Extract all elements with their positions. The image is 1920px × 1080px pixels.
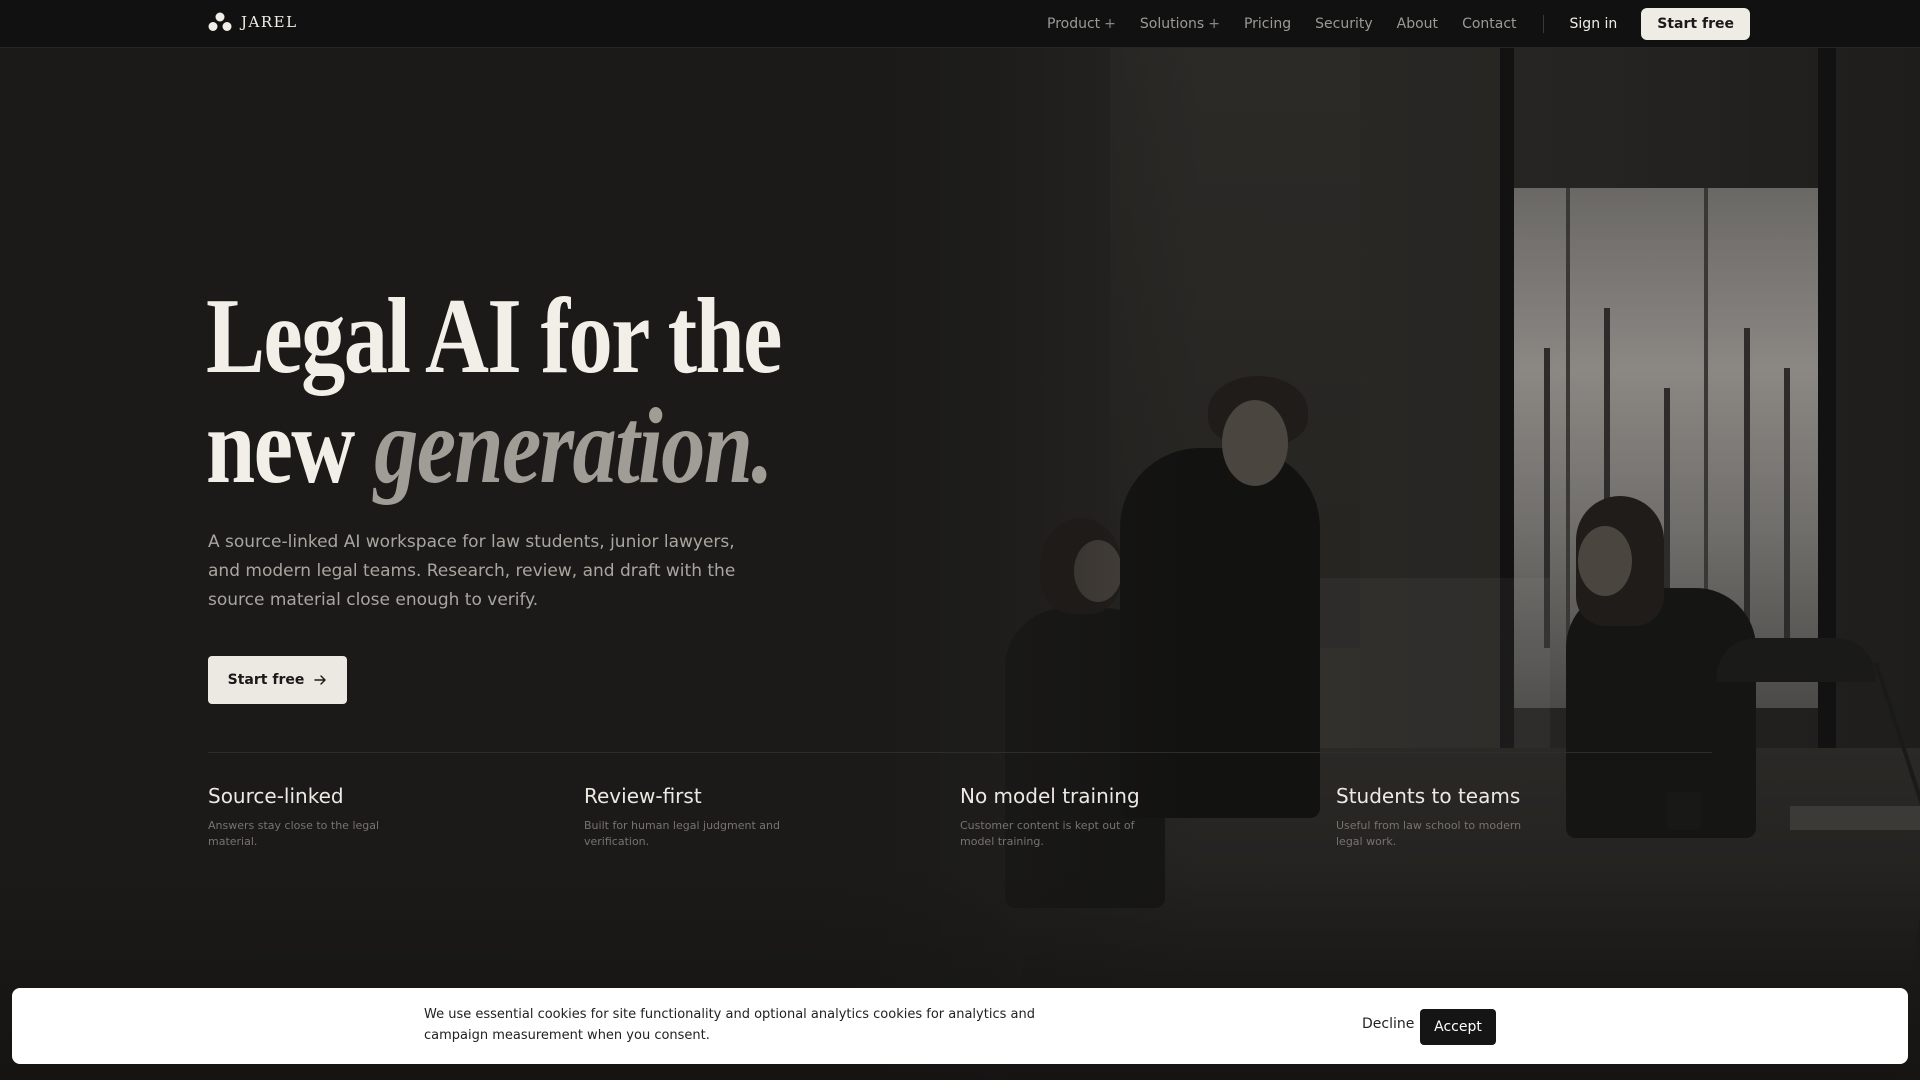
nav-item-label: Product xyxy=(1047,16,1101,32)
brand-name: JAREL xyxy=(241,13,298,31)
headline-line-1: Legal AI for the xyxy=(206,277,782,396)
arrow-right-icon xyxy=(314,675,327,685)
hero-headline: Legal AI for the new generation. xyxy=(206,282,862,502)
headline-line-2-accent: generation. xyxy=(374,387,773,506)
feature-title: Source-linked xyxy=(208,784,344,808)
nav-item-contact[interactable]: Contact xyxy=(1462,16,1516,32)
feature-students-to-teams: Students to teams Useful from law school… xyxy=(1336,784,1536,850)
cookie-message: We use essential cookies for site functi… xyxy=(424,1007,1035,1043)
nav-item-security[interactable]: Security xyxy=(1315,16,1373,32)
feature-description: Customer content is kept out of model tr… xyxy=(960,819,1135,848)
accept-cookies-button[interactable]: Accept xyxy=(1420,1009,1496,1045)
features-divider xyxy=(208,752,1712,753)
sign-in-link[interactable]: Sign in xyxy=(1570,16,1618,32)
decline-cookies-button[interactable]: Decline xyxy=(1362,1016,1414,1032)
feature-description: Useful from law school to modern legal w… xyxy=(1336,819,1522,848)
feature-title: No model training xyxy=(960,784,1140,808)
nav-item-label: Solutions xyxy=(1139,16,1205,32)
nav-item-pricing[interactable]: Pricing xyxy=(1244,16,1291,32)
start-free-hero-button[interactable]: Start free xyxy=(208,656,347,704)
cta-label: Start free xyxy=(227,672,305,688)
plus-icon: + xyxy=(1208,16,1220,32)
nav-item-product[interactable]: Product + xyxy=(1047,16,1116,32)
feature-no-model-training: No model training Customer content is ke… xyxy=(960,784,1160,850)
feature-review-first: Review-first Built for human legal judgm… xyxy=(584,784,784,850)
feature-title: Review-first xyxy=(584,784,702,808)
feature-source-linked: Source-linked Answers stay close to the … xyxy=(208,784,408,850)
feature-description: Built for human legal judgment and verif… xyxy=(584,819,780,848)
start-free-header-button[interactable]: Start free xyxy=(1641,8,1750,40)
headline-line-2-plain: new xyxy=(206,387,375,506)
plus-icon: + xyxy=(1104,16,1116,32)
hero-lead-paragraph: A source-linked AI workspace for law stu… xyxy=(208,532,736,610)
nav-item-solutions[interactable]: Solutions + xyxy=(1140,16,1220,32)
nav-divider xyxy=(1542,15,1544,33)
main-nav: Product + Solutions + Pricing Security Abo… xyxy=(1047,0,1750,48)
feature-title: Students to teams xyxy=(1336,784,1521,808)
feature-description: Answers stay close to the legal material… xyxy=(208,819,380,848)
nav-item-about[interactable]: About xyxy=(1397,16,1438,32)
brand-logo-link[interactable]: JAREL xyxy=(208,12,298,32)
cookie-consent-banner: We use essential cookies for site functi… xyxy=(12,988,1908,1064)
three-circle-logo-icon xyxy=(208,12,232,31)
top-navigation-bar: JAREL Product + Solutions + Pricing Securi… xyxy=(0,0,1920,48)
